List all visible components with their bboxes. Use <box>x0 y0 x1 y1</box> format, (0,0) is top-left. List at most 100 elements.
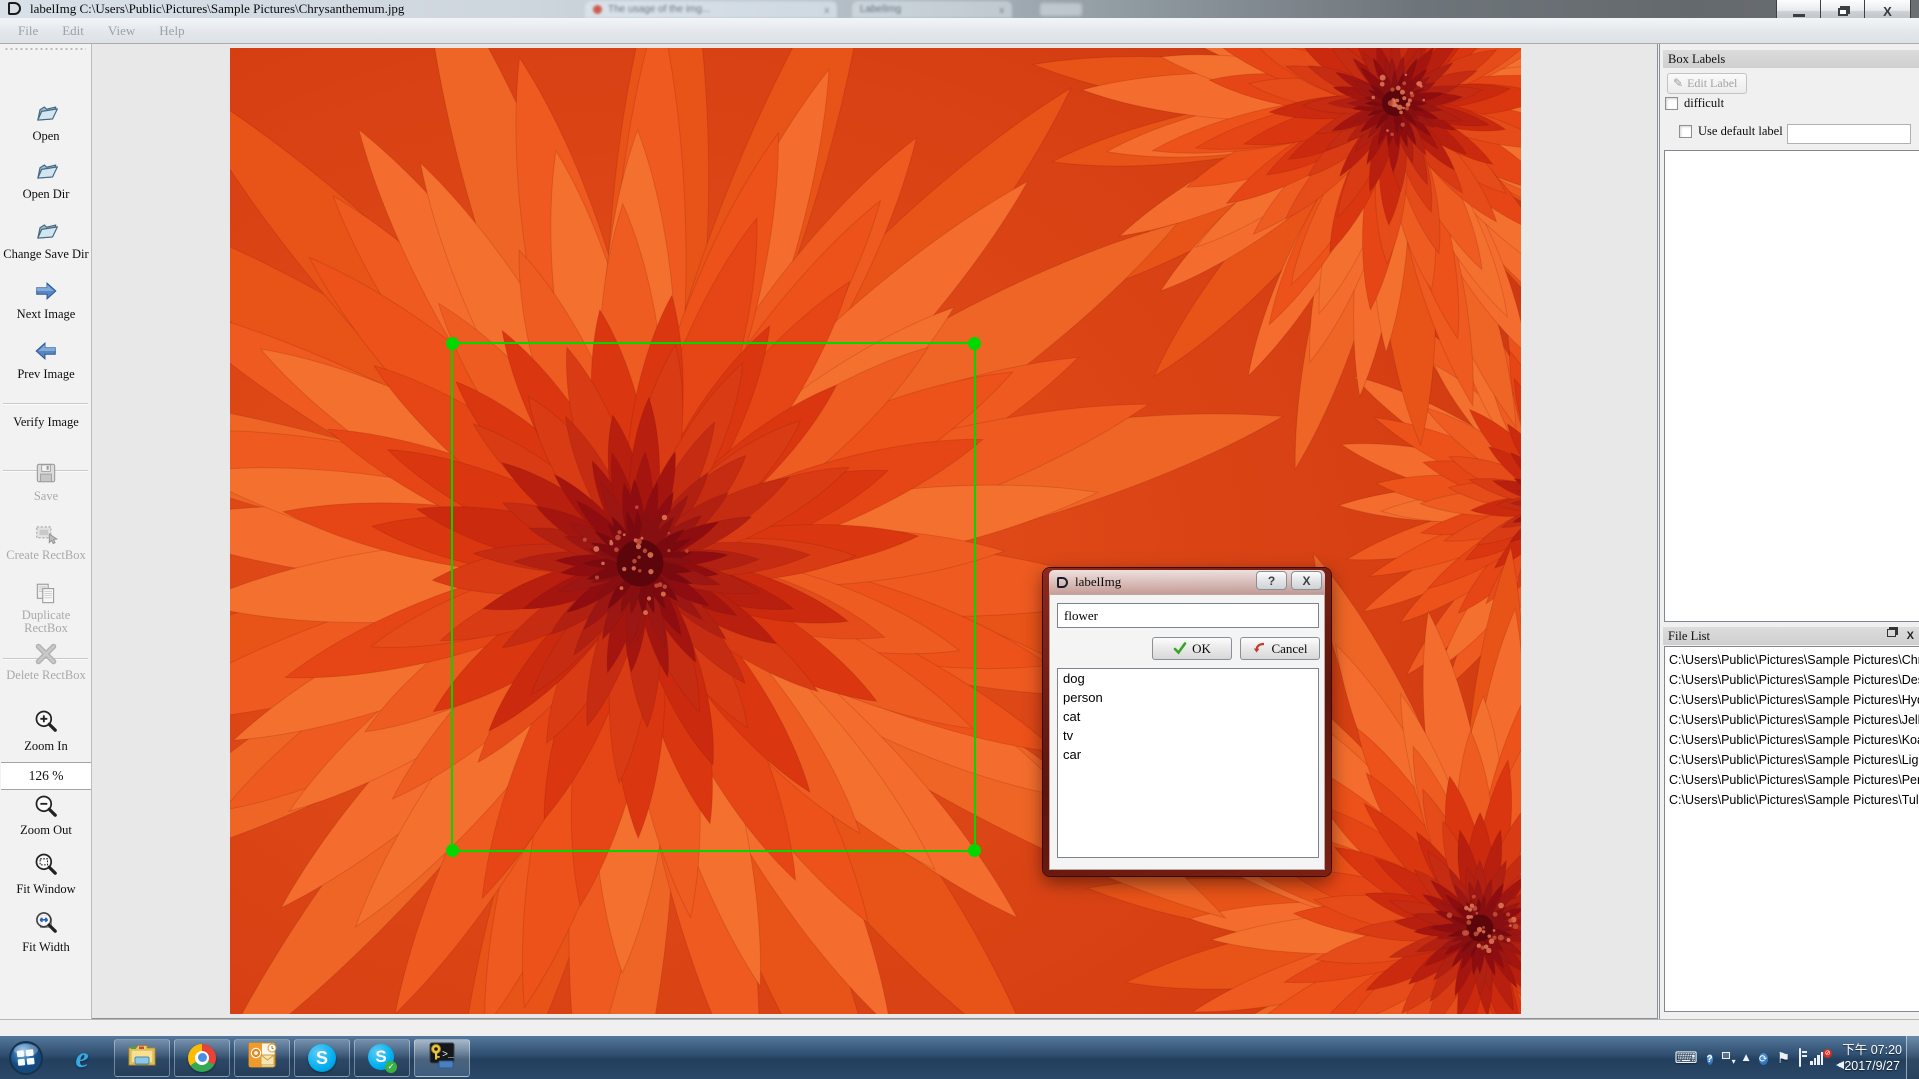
toolbar-open-button[interactable] <box>0 100 92 131</box>
annotation-bounding-box[interactable] <box>451 342 976 852</box>
toolbar-open-dir-label[interactable]: Open Dir <box>0 188 92 201</box>
file-list-item[interactable]: C:\Users\Public\Pictures\Sample Pictures… <box>1665 710 1919 730</box>
file-list-item[interactable]: C:\Users\Public\Pictures\Sample Pictures… <box>1665 790 1919 810</box>
toolbar-grip[interactable] <box>4 47 86 51</box>
toolbar-zoom-out-button[interactable] <box>0 793 92 824</box>
menu-file[interactable]: File <box>8 21 48 41</box>
bbox-handle-top-left[interactable] <box>446 337 459 350</box>
file-list-item[interactable]: C:\Users\Public\Pictures\Sample Pictures… <box>1665 650 1919 670</box>
labelimg-logo-icon <box>8 2 21 15</box>
toolbar-save-label[interactable]: Save <box>0 490 92 503</box>
bbox-handle-bottom-left[interactable] <box>446 844 459 857</box>
file-list[interactable]: C:\Users\Public\Pictures\Sample Pictures… <box>1664 646 1919 1012</box>
internet-explorer-icon: e <box>75 1043 88 1073</box>
edit-label-button[interactable]: ✎ Edit Label <box>1667 73 1747 94</box>
bbox-handle-top-right[interactable] <box>968 337 981 350</box>
create-rectbox-icon <box>33 521 59 547</box>
toolbar-change-save-dir-label[interactable]: Change Save Dir <box>0 248 92 261</box>
bbox-handle-bottom-right[interactable] <box>968 844 981 857</box>
taskbar-app-terminal-key[interactable]: >_ <box>414 1039 470 1077</box>
plug-icon[interactable] <box>1799 1049 1801 1067</box>
panel-close-icon[interactable]: X <box>1907 627 1914 645</box>
toolbar-fit-window-button[interactable] <box>0 851 92 882</box>
float-panel-icon[interactable] <box>1887 629 1896 637</box>
taskbar-clock[interactable]: 下午 07:20 2017/9/27 <box>1842 1042 1902 1074</box>
clock-date: 2017/9/27 <box>1842 1058 1902 1074</box>
dialog-help-button[interactable]: ? <box>1256 571 1287 590</box>
toolbar-open-label[interactable]: Open <box>0 130 92 143</box>
menu-view[interactable]: View <box>98 21 145 41</box>
flag-icon[interactable]: ⚑ <box>1777 1049 1790 1067</box>
box-labels-header[interactable]: Box Labels <box>1663 50 1919 68</box>
toolbar-separator <box>3 403 88 404</box>
toolbar-save-button[interactable] <box>0 460 92 491</box>
toolbar-next-image-button[interactable] <box>0 278 92 309</box>
labelimg-logo-icon <box>1057 577 1068 588</box>
arrow-right-icon <box>33 278 59 304</box>
taskbar-app-skype[interactable]: S <box>294 1039 350 1077</box>
start-button[interactable] <box>0 1036 52 1079</box>
label-choice-item[interactable]: cat <box>1058 707 1318 726</box>
taskbar-app-skype-check[interactable]: S✓ <box>354 1039 410 1077</box>
browser-tab-favicon <box>593 5 602 14</box>
terminal-key-icon: >_ <box>427 1040 457 1075</box>
label-choice-list[interactable]: dogpersoncattvcar <box>1057 668 1319 858</box>
toolbar-change-save-dir-button[interactable] <box>0 218 92 249</box>
cancel-button[interactable]: Cancel <box>1240 637 1320 660</box>
toolbar-create-rectbox-label[interactable]: Create RectBox <box>0 549 92 562</box>
default-label-input[interactable] <box>1787 124 1911 144</box>
hidden-icons-icon[interactable]: ▲ <box>1743 1053 1750 1063</box>
taskbar: eSS✓>_ ⌨?▾▲⟳⚑⊘ 下午 07:20 2017/9/27 <box>0 1036 1919 1079</box>
use-default-label-checkbox[interactable] <box>1679 125 1692 138</box>
toolbar-zoom-out-label[interactable]: Zoom Out <box>0 824 92 837</box>
ok-button[interactable]: OK <box>1152 637 1232 660</box>
taskbar-app-outlook[interactable] <box>234 1039 290 1077</box>
signal-icon[interactable] <box>1810 1051 1823 1065</box>
file-list-item[interactable]: C:\Users\Public\Pictures\Sample Pictures… <box>1665 770 1919 790</box>
undo-arrow-icon <box>1252 642 1266 655</box>
label-choice-item[interactable]: dog <box>1058 669 1318 688</box>
zoom-percent-value[interactable]: 126 % <box>1 762 91 790</box>
label-choice-item[interactable]: person <box>1058 688 1318 707</box>
toolbar-open-dir-button[interactable] <box>0 158 92 189</box>
image-canvas[interactable] <box>92 44 1658 1019</box>
label-choice-item[interactable]: tv <box>1058 726 1318 745</box>
screen: The usage of the img... x LabelImg x lab… <box>0 0 1919 1079</box>
label-choice-item[interactable]: car <box>1058 745 1318 764</box>
clock-time: 下午 07:20 <box>1842 1042 1902 1058</box>
window-restore-icon[interactable]: ▾ <box>1722 1052 1734 1064</box>
keyboard-icon[interactable]: ⌨ <box>1674 1048 1697 1067</box>
menu-help[interactable]: Help <box>149 21 194 41</box>
toolbar-fit-window-label[interactable]: Fit Window <box>0 883 92 896</box>
background-browser-tab: LabelImg x <box>852 1 1012 18</box>
zoom-in-icon <box>33 708 59 734</box>
toolbar-verify-image-label[interactable]: Verify Image <box>0 416 92 429</box>
toolbar-zoom-in-label[interactable]: Zoom In <box>0 740 92 753</box>
file-list-header[interactable]: File List X <box>1663 627 1919 645</box>
toolbar-delete-rectbox-label[interactable]: Delete RectBox <box>0 669 92 682</box>
menu-bar: FileEditViewHelp <box>0 18 1919 44</box>
file-list-item[interactable]: C:\Users\Public\Pictures\Sample Pictures… <box>1665 730 1919 750</box>
toolbar-prev-image-label[interactable]: Prev Image <box>0 368 92 381</box>
file-list-item[interactable]: C:\Users\Public\Pictures\Sample Pictures… <box>1665 690 1919 710</box>
menu-edit[interactable]: Edit <box>52 21 94 41</box>
toolbar-duplicate-rectbox-label[interactable]: Duplicate RectBox <box>0 609 92 635</box>
sync-icon[interactable]: ⟳ <box>1759 1049 1768 1067</box>
difficult-checkbox[interactable] <box>1665 97 1678 110</box>
toolbar-zoom-in-button[interactable] <box>0 708 92 739</box>
show-desktop-button[interactable] <box>1906 1036 1919 1079</box>
box-labels-list[interactable] <box>1664 150 1919 622</box>
taskbar-app-chrome[interactable] <box>174 1039 230 1077</box>
dialog-close-button[interactable]: X <box>1291 571 1322 590</box>
close-icon: X <box>1302 574 1310 588</box>
taskbar-app-windows-explorer[interactable] <box>114 1039 170 1077</box>
taskbar-app-internet-explorer[interactable]: e <box>54 1039 110 1077</box>
toolbar-fit-width-label[interactable]: Fit Width <box>0 941 92 954</box>
toolbar-next-image-label[interactable]: Next Image <box>0 308 92 321</box>
label-input[interactable] <box>1057 603 1319 628</box>
help-icon[interactable]: ? <box>1707 1049 1713 1067</box>
file-list-item[interactable]: C:\Users\Public\Pictures\Sample Pictures… <box>1665 750 1919 770</box>
file-list-item[interactable]: C:\Users\Public\Pictures\Sample Pictures… <box>1665 670 1919 690</box>
toolbar-prev-image-button[interactable] <box>0 338 92 369</box>
toolbar-fit-width-button[interactable] <box>0 909 92 940</box>
